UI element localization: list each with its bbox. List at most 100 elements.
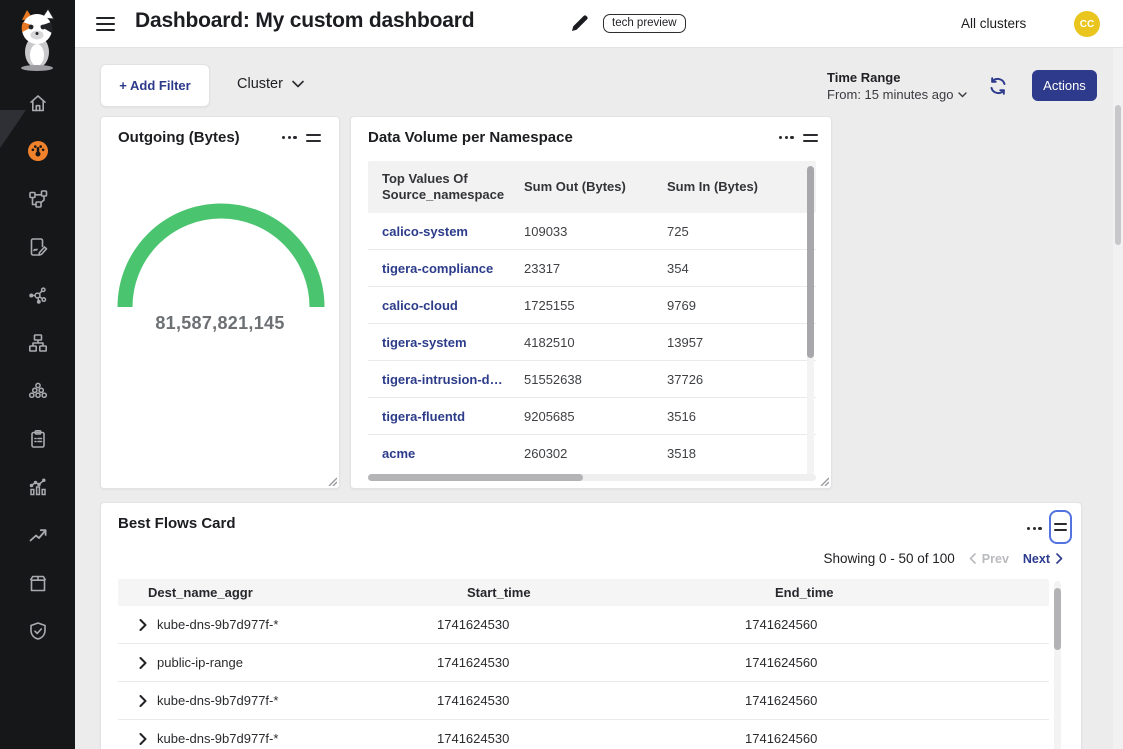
expand-chevron-icon[interactable]	[139, 695, 147, 707]
start-time: 1741624530	[437, 693, 745, 708]
compliance-clipboard-icon[interactable]	[25, 428, 51, 450]
home-icon[interactable]	[25, 92, 51, 114]
sidebar	[0, 0, 75, 749]
expand-chevron-icon[interactable]	[139, 657, 147, 669]
dest-name: kube-dns-9b7d977f-*	[157, 731, 278, 746]
network-topology-icon[interactable]	[25, 188, 51, 210]
workloads-box-icon[interactable]	[25, 572, 51, 594]
table-row[interactable]: kube-dns-9b7d977f-* 1741624530 174162456…	[118, 720, 1049, 749]
table-row[interactable]: kube-dns-9b7d977f-* 1741624530 174162456…	[118, 606, 1049, 644]
card-menu-icon[interactable]	[1023, 523, 1046, 534]
cluster-dropdown[interactable]: Cluster	[237, 76, 304, 92]
chevron-down-icon	[958, 92, 967, 98]
gauge-value: 81,587,821,145	[101, 313, 339, 334]
namespace-link[interactable]: tigera-system	[368, 335, 510, 350]
namespace-link[interactable]: tigera-intrusion-d…	[368, 372, 510, 387]
tech-preview-badge: tech preview	[603, 14, 686, 33]
drag-handle-icon[interactable]	[803, 134, 818, 142]
table-row[interactable]: kube-dns-9b7d977f-* 1741624530 174162456…	[118, 682, 1049, 720]
sum-out-value: 260302	[510, 446, 653, 461]
end-time: 1741624560	[745, 693, 1049, 708]
prev-page-button[interactable]: Prev	[969, 552, 1009, 566]
card-title: Best Flows Card	[118, 515, 236, 532]
horizontal-scrollbar[interactable]	[368, 474, 816, 481]
table-row: tigera-system 4182510 13957	[368, 324, 816, 361]
sum-in-value: 354	[653, 261, 816, 276]
chevron-left-icon	[969, 553, 976, 564]
best-flows-card: Best Flows Card Showing 0 - 50 of 100 Pr…	[100, 502, 1082, 749]
network-sets-icon[interactable]	[25, 332, 51, 354]
pagination-status: Showing 0 - 50 of 100	[823, 551, 954, 566]
sum-in-value: 37726	[653, 372, 816, 387]
col-header-dest: Dest_name_aggr	[118, 585, 437, 600]
security-shield-icon[interactable]	[25, 620, 51, 642]
end-time: 1741624560	[745, 731, 1049, 746]
policy-report-icon[interactable]	[25, 236, 51, 258]
trends-icon[interactable]	[25, 524, 51, 546]
dashboard-icon[interactable]	[25, 140, 51, 162]
time-range-selector[interactable]: From: 15 minutes ago	[827, 87, 967, 102]
chevron-down-icon	[292, 80, 304, 88]
sum-in-value: 3516	[653, 409, 816, 424]
user-avatar[interactable]: CC	[1074, 11, 1100, 37]
col-header-start: Start_time	[437, 585, 745, 600]
col-header-namespace: Top Values Of Source_namespace	[368, 163, 510, 212]
calico-cat-logo[interactable]	[10, 8, 65, 72]
namespace-link[interactable]: calico-system	[368, 224, 510, 239]
table-header-row: Dest_name_aggr Start_time End_time	[118, 579, 1049, 606]
add-filter-button[interactable]: + Add Filter	[100, 64, 210, 107]
actions-button[interactable]: Actions	[1032, 70, 1097, 101]
service-graph-icon[interactable]	[25, 284, 51, 306]
expand-chevron-icon[interactable]	[139, 733, 147, 745]
table-row: tigera-intrusion-d… 51552638 37726	[368, 361, 816, 398]
card-menu-icon[interactable]	[278, 132, 301, 143]
time-range-label: Time Range	[827, 70, 967, 85]
flows-table: Dest_name_aggr Start_time End_time kube-…	[118, 579, 1049, 749]
sum-in-value: 3518	[653, 446, 816, 461]
resize-handle-icon[interactable]	[819, 476, 829, 486]
sum-in-value: 13957	[653, 335, 816, 350]
drag-handle-button[interactable]	[1049, 510, 1072, 544]
hamburger-menu-icon[interactable]	[96, 17, 115, 31]
namespace-link[interactable]: acme	[368, 446, 510, 461]
table-row[interactable]: public-ip-range 1741624530 1741624560	[118, 644, 1049, 682]
namespace-table: Top Values Of Source_namespace Sum Out (…	[368, 161, 816, 472]
card-title: Outgoing (Bytes)	[118, 129, 240, 146]
card-menu-icon[interactable]	[775, 132, 798, 143]
vertical-scrollbar[interactable]	[1054, 581, 1061, 749]
namespace-link[interactable]: calico-cloud	[368, 298, 510, 313]
dest-name: kube-dns-9b7d977f-*	[157, 693, 278, 708]
end-time: 1741624560	[745, 617, 1049, 632]
sum-in-value: 9769	[653, 298, 816, 313]
table-row: calico-system 109033 725	[368, 213, 816, 250]
next-page-button[interactable]: Next	[1023, 552, 1063, 566]
vertical-scrollbar[interactable]	[807, 163, 814, 478]
gauge-chart	[115, 199, 327, 311]
col-header-end: End_time	[745, 585, 1049, 600]
drag-handle-icon[interactable]	[306, 134, 321, 142]
top-header: Dashboard: My custom dashboard tech prev…	[75, 0, 1123, 48]
statistics-icon[interactable]	[25, 476, 51, 498]
start-time: 1741624530	[437, 731, 745, 746]
table-row: calico-cloud 1725155 9769	[368, 287, 816, 324]
table-row: tigera-fluentd 9205685 3516	[368, 398, 816, 435]
end-time: 1741624560	[745, 655, 1049, 670]
namespace-link[interactable]: tigera-compliance	[368, 261, 510, 276]
clusters-icon[interactable]	[25, 380, 51, 402]
sum-out-value: 23317	[510, 261, 653, 276]
edit-pencil-icon[interactable]	[570, 14, 589, 33]
resize-handle-icon[interactable]	[327, 476, 337, 486]
refresh-icon[interactable]	[987, 75, 1009, 97]
all-clusters-selector[interactable]: All clusters	[961, 16, 1026, 31]
sum-in-value: 725	[653, 224, 816, 239]
table-row: acme 260302 3518	[368, 435, 816, 472]
chevron-right-icon	[1056, 553, 1063, 564]
expand-chevron-icon[interactable]	[139, 619, 147, 631]
sum-out-value: 1725155	[510, 298, 653, 313]
start-time: 1741624530	[437, 617, 745, 632]
sum-out-value: 9205685	[510, 409, 653, 424]
namespace-link[interactable]: tigera-fluentd	[368, 409, 510, 424]
page-scrollbar[interactable]	[1113, 48, 1123, 749]
sum-out-value: 109033	[510, 224, 653, 239]
sidebar-nav	[0, 92, 75, 642]
